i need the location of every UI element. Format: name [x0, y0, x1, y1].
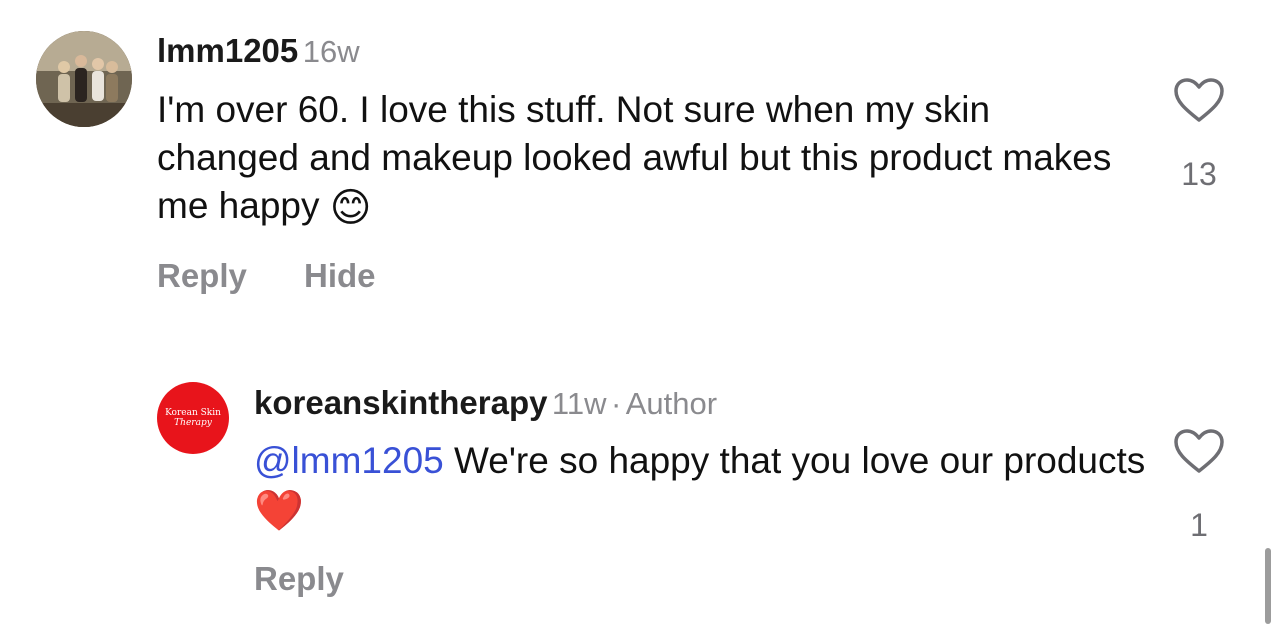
comment-timestamp: 16w — [302, 34, 360, 69]
reply-button[interactable]: Reply — [254, 560, 344, 598]
reply-header: koreanskintherapy 11w · Author — [254, 384, 717, 422]
like-count: 1 — [1190, 507, 1208, 543]
comment-username[interactable]: lmm1205 — [157, 32, 298, 69]
heart-icon[interactable] — [1173, 77, 1225, 123]
profile-photo-icon — [36, 31, 132, 127]
meta-separator: · — [610, 386, 622, 421]
like-count: 13 — [1181, 156, 1217, 192]
reply-username[interactable]: koreanskintherapy — [254, 384, 547, 421]
reply-text: @lmm1205 We're so happy that you love ou… — [254, 437, 1154, 535]
comment-body: I'm over 60. I love this stuff. Not sure… — [157, 89, 1112, 226]
reply-body: We're so happy that you love our product… — [454, 440, 1146, 481]
reply-button[interactable]: Reply — [157, 257, 247, 295]
scrollbar[interactable] — [1265, 548, 1271, 624]
reply-timestamp: 11w — [551, 386, 607, 421]
comment-text: I'm over 60. I love this stuff. Not sure… — [157, 86, 1117, 232]
heart-icon[interactable] — [1173, 428, 1225, 474]
comment-header: lmm1205 16w — [157, 32, 360, 70]
smiling-face-emoji-icon: 😊 — [329, 186, 372, 230]
author-badge: Author — [625, 386, 718, 421]
hide-button[interactable]: Hide — [304, 257, 376, 295]
avatar[interactable] — [36, 31, 132, 127]
brand-logo-line-1: Korean Skin — [165, 407, 221, 418]
red-heart-emoji-icon: ❤️ — [254, 489, 304, 533]
mention-link[interactable]: @lmm1205 — [254, 440, 444, 481]
brand-logo-line-2: Therapy — [174, 417, 212, 428]
avatar[interactable]: Korean Skin Therapy — [157, 382, 229, 454]
